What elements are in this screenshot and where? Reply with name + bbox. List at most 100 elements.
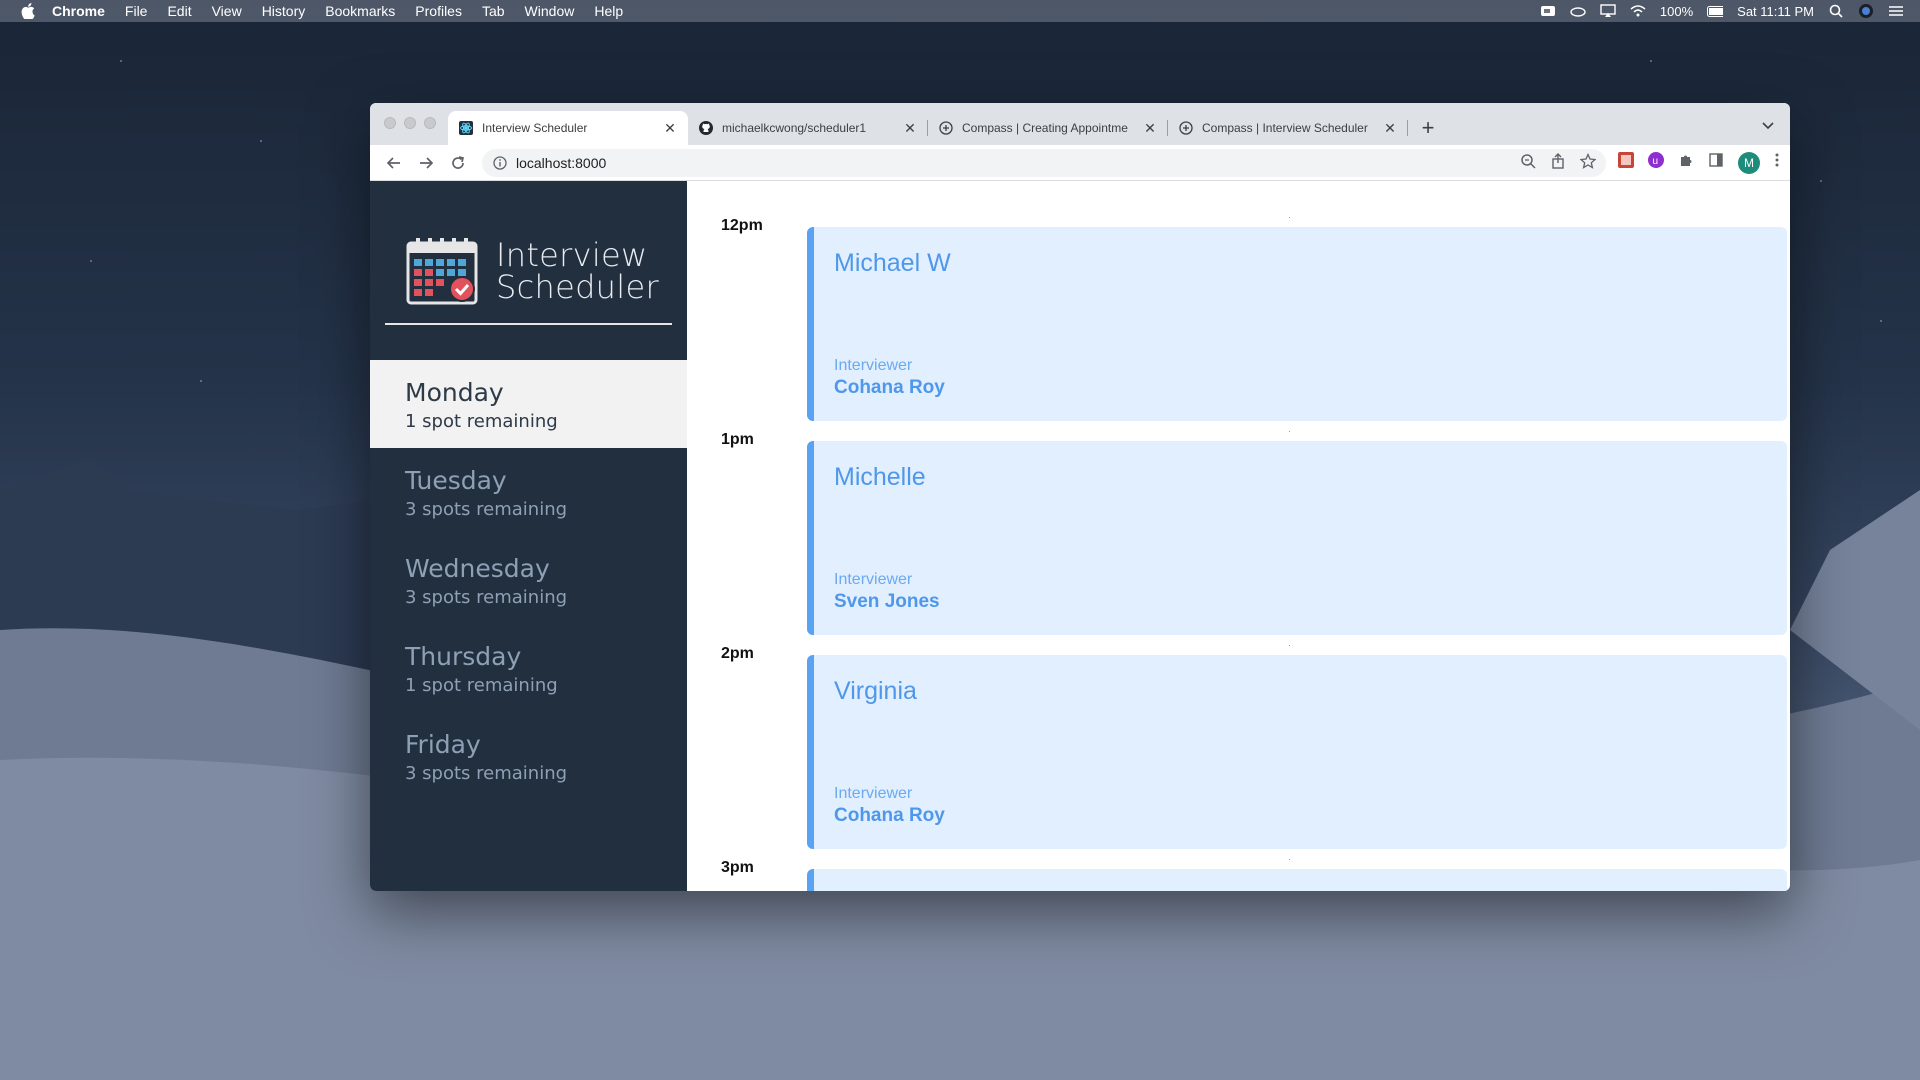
day-spots: 3 spots remaining <box>405 499 568 520</box>
interviewer-label: Interviewer <box>834 785 913 802</box>
zoom-meeting-icon[interactable] <box>1540 4 1556 18</box>
interviewer-label: Interviewer <box>834 571 913 588</box>
macos-menu-bar: Chrome File Edit View History Bookmarks … <box>0 0 1920 22</box>
brand: Interview Scheduler <box>370 181 687 323</box>
tab-title: Interview Scheduler <box>482 121 588 135</box>
day-name: Tuesday <box>405 466 507 495</box>
day-item-monday[interactable]: Monday 1 spot remaining <box>370 360 687 448</box>
day-spots: 3 spots remaining <box>405 587 568 608</box>
menubar-clock[interactable]: Sat 11:11 PM <box>1737 4 1814 19</box>
day-item-thursday[interactable]: Thursday 1 spot remaining <box>370 624 687 712</box>
globe-icon <box>938 120 954 136</box>
app-name-line2: Scheduler <box>496 268 659 306</box>
minimize-window-button[interactable] <box>404 117 416 129</box>
menu-window[interactable]: Window <box>525 3 575 19</box>
student-name: Michael W <box>834 249 951 277</box>
student-name: Virginia <box>834 677 917 705</box>
bookmark-star-icon[interactable] <box>1579 152 1597 172</box>
menu-app-chrome[interactable]: Chrome <box>52 3 105 19</box>
app-name: Interview Scheduler <box>496 239 659 303</box>
day-name: Friday <box>405 730 481 759</box>
sidebar-divider <box>385 323 672 325</box>
airplay-icon[interactable] <box>1600 4 1616 18</box>
tab-interview-scheduler[interactable]: Interview Scheduler ✕ <box>448 111 688 145</box>
battery-percent: 100% <box>1659 3 1694 19</box>
close-tab-icon[interactable]: ✕ <box>1142 120 1158 136</box>
day-list: Monday 1 spot remaining Tuesday 3 spots … <box>370 360 687 800</box>
tab-title: Compass | Interview Scheduler <box>1202 121 1368 135</box>
close-tab-icon[interactable]: ✕ <box>1382 120 1398 136</box>
app-content: Interview Scheduler Monday 1 spot remain… <box>370 181 1790 891</box>
menu-edit[interactable]: Edit <box>167 3 191 19</box>
extension-purple-icon[interactable]: u <box>1648 152 1664 173</box>
control-center-icon[interactable] <box>1888 4 1904 18</box>
menu-bookmarks[interactable]: Bookmarks <box>325 3 395 19</box>
day-spots: 1 spot remaining <box>405 675 558 696</box>
back-arrow-icon[interactable] <box>380 149 408 177</box>
tab-title: Compass | Creating Appointme <box>962 121 1128 135</box>
react-icon <box>458 120 474 136</box>
menu-file[interactable]: File <box>125 3 148 19</box>
close-tab-icon[interactable]: ✕ <box>662 120 678 136</box>
forward-arrow-icon[interactable] <box>412 149 440 177</box>
day-item-friday[interactable]: Friday 3 spots remaining <box>370 712 687 800</box>
interviewer-name: Cohana Roy <box>834 805 945 826</box>
appointment-card[interactable]: Michelle Interviewer Sven Jones <box>807 441 1787 635</box>
extensions-puzzle-icon[interactable] <box>1678 152 1694 173</box>
appointment-card[interactable] <box>807 869 1787 891</box>
slot-time: 12pm <box>721 217 763 234</box>
extension-red-icon[interactable] <box>1618 152 1634 173</box>
menu-help[interactable]: Help <box>594 3 623 19</box>
profile-avatar[interactable]: M <box>1738 151 1760 174</box>
app-name-line1: Interview <box>496 236 648 274</box>
tab-compass-interview-scheduler[interactable]: Compass | Interview Scheduler ✕ <box>1168 111 1408 145</box>
slot-separator <box>1289 859 1290 860</box>
zoom-icon[interactable] <box>1520 153 1536 172</box>
chrome-menu-kebab-icon[interactable] <box>1774 152 1780 173</box>
day-name: Monday <box>405 378 504 407</box>
close-window-button[interactable] <box>384 117 396 129</box>
menu-tab[interactable]: Tab <box>482 3 505 19</box>
tab-compass-creating-appointments[interactable]: Compass | Creating Appointme ✕ <box>928 111 1168 145</box>
side-panel-icon[interactable] <box>1708 152 1724 173</box>
new-tab-button[interactable]: + <box>1414 111 1442 145</box>
window-controls <box>384 117 436 129</box>
wifi-icon[interactable] <box>1630 4 1646 18</box>
address-bar[interactable]: localhost:8000 <box>482 148 1606 177</box>
menu-profiles[interactable]: Profiles <box>415 3 462 19</box>
slot-time: 2pm <box>721 645 754 662</box>
interviewer-name: Sven Jones <box>834 591 940 612</box>
schedule: 12pm Michael W Interviewer Cohana Roy 1p… <box>687 181 1790 891</box>
slot-time: 3pm <box>721 859 754 876</box>
url-text: localhost:8000 <box>516 154 607 171</box>
slot-separator <box>1289 217 1290 218</box>
calendar-logo-icon <box>406 238 478 305</box>
maximize-window-button[interactable] <box>424 117 436 129</box>
tab-title: michaelkcwong/scheduler1 <box>722 121 867 135</box>
day-item-wednesday[interactable]: Wednesday 3 spots remaining <box>370 536 687 624</box>
spotlight-search-icon[interactable] <box>1828 4 1844 18</box>
appointment-card[interactable]: Virginia Interviewer Cohana Roy <box>807 655 1787 849</box>
day-name: Wednesday <box>405 554 550 583</box>
apple-icon[interactable] <box>20 3 36 19</box>
sidebar: Interview Scheduler Monday 1 spot remain… <box>370 181 687 891</box>
share-icon[interactable] <box>1550 153 1566 172</box>
appointment-card[interactable]: Michael W Interviewer Cohana Roy <box>807 227 1787 421</box>
menu-view[interactable]: View <box>212 3 242 19</box>
tab-search-chevron-down-icon[interactable] <box>1760 117 1776 133</box>
interviewer-label: Interviewer <box>834 357 913 374</box>
day-item-tuesday[interactable]: Tuesday 3 spots remaining <box>370 448 687 536</box>
appointment-slot: 12pm Michael W Interviewer Cohana Roy <box>721 217 1790 431</box>
siri-icon[interactable] <box>1858 4 1874 18</box>
day-spots: 3 spots remaining <box>405 763 568 784</box>
globe-icon <box>1178 120 1194 136</box>
reload-icon[interactable] <box>444 149 472 177</box>
student-name: Michelle <box>834 463 926 491</box>
tab-github-scheduler[interactable]: michaelkcwong/scheduler1 ✕ <box>688 111 928 145</box>
site-info-icon[interactable] <box>492 155 508 171</box>
battery-icon[interactable] <box>1707 4 1724 18</box>
cloud-icon[interactable] <box>1570 4 1586 18</box>
menu-history[interactable]: History <box>262 3 306 19</box>
browser-toolbar: localhost:8000 u M <box>370 145 1790 181</box>
close-tab-icon[interactable]: ✕ <box>902 120 918 136</box>
